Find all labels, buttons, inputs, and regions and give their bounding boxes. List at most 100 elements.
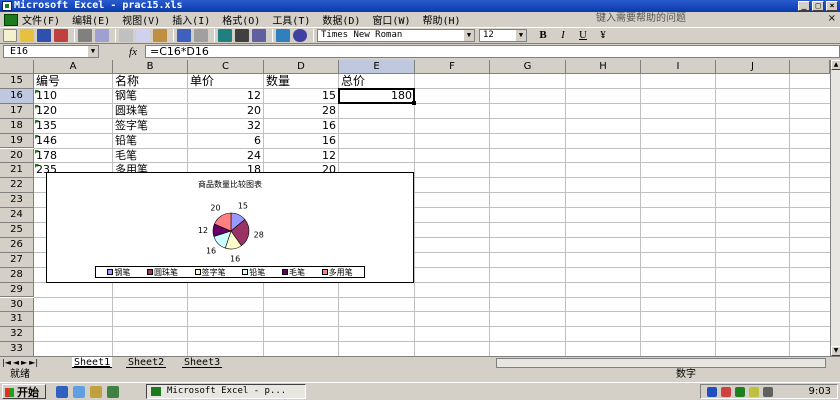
workbook-close-button[interactable]: × <box>828 13 836 24</box>
new-icon[interactable] <box>3 29 17 42</box>
table-cell[interactable]: 钢笔 <box>113 89 188 104</box>
row-header-32[interactable]: 32 <box>0 327 34 343</box>
table-cell[interactable]: 圆珠笔 <box>113 104 188 119</box>
select-all-corner[interactable] <box>0 60 34 74</box>
underline-button[interactable]: U <box>575 29 591 42</box>
column-header-j[interactable]: J <box>716 60 790 74</box>
font-size-select[interactable]: 12 ▼ <box>479 29 527 42</box>
permission-icon[interactable] <box>54 29 68 42</box>
row-header-29[interactable]: 29 <box>0 282 34 298</box>
table-cell[interactable]: 6 <box>188 134 264 149</box>
row-header-23[interactable]: 23 <box>0 193 34 209</box>
row-header-26[interactable]: 26 <box>0 237 34 253</box>
function-icon[interactable]: fx <box>99 46 145 58</box>
minimize-button[interactable]: _ <box>798 1 810 11</box>
row-header-27[interactable]: 27 <box>0 252 34 268</box>
row-header-22[interactable]: 22 <box>0 178 34 194</box>
fill-handle[interactable] <box>412 100 416 105</box>
volume-icon[interactable] <box>749 387 759 397</box>
table-cell[interactable]: 24 <box>188 149 264 164</box>
menu-data[interactable]: 数据(D) <box>322 12 360 27</box>
horizontal-scrollbar[interactable] <box>496 358 826 368</box>
table-cell[interactable]: 15 <box>264 89 339 104</box>
autosum-icon[interactable] <box>235 29 249 42</box>
formula-input[interactable]: =C16*D16 <box>145 45 840 58</box>
document-icon[interactable] <box>4 13 18 26</box>
menu-tools[interactable]: 工具(T) <box>272 12 310 27</box>
font-name-select[interactable]: Times New Roman ▼ <box>317 29 475 42</box>
last-sheet-icon[interactable]: ►| <box>29 358 38 367</box>
antivirus-icon[interactable] <box>721 387 731 397</box>
bold-button[interactable]: B <box>535 29 551 42</box>
row-header-21[interactable]: 21 <box>0 163 34 179</box>
media-icon[interactable] <box>107 386 119 398</box>
menu-format[interactable]: 格式(O) <box>222 12 260 27</box>
row-header-19[interactable]: 19 <box>0 133 34 149</box>
row-header-30[interactable]: 30 <box>0 297 34 313</box>
italic-button[interactable]: I <box>555 29 571 42</box>
currency-button[interactable]: ¥ <box>595 29 611 42</box>
table-cell[interactable]: 16 <box>264 119 339 134</box>
pie-chart[interactable]: 商品数量比较图表 15 28 16 16 12 20 钢笔 圆珠笔 签字笔 铅笔 毛笔 多用笔 <box>46 172 414 283</box>
ie-icon[interactable] <box>56 386 68 398</box>
table-cell[interactable]: 28 <box>264 104 339 119</box>
scroll-down-button[interactable]: ▼ <box>831 346 840 356</box>
chevron-down-icon[interactable]: ▼ <box>464 30 474 41</box>
row-header-20[interactable]: 20 <box>0 148 34 164</box>
open-icon[interactable] <box>20 29 34 42</box>
copy-icon[interactable] <box>136 29 150 42</box>
menu-file[interactable]: 文件(F) <box>22 12 60 27</box>
chevron-down-icon[interactable]: ▼ <box>88 46 98 57</box>
desktop-icon[interactable] <box>90 386 102 398</box>
scroll-up-button[interactable]: ▲ <box>831 60 840 70</box>
next-sheet-icon[interactable]: ► <box>21 358 27 367</box>
table-cell[interactable]: 32 <box>188 119 264 134</box>
input-method-icon[interactable] <box>735 387 745 397</box>
help-search-input[interactable]: 键入需要帮助的问题 <box>596 13 746 25</box>
menu-edit[interactable]: 编辑(E) <box>72 12 110 27</box>
chevron-down-icon[interactable]: ▼ <box>516 30 526 41</box>
start-button[interactable]: 开始 <box>2 384 46 399</box>
tab-sheet3[interactable]: Sheet3 <box>182 357 223 368</box>
row-header-33[interactable]: 33 <box>0 342 34 356</box>
header-cell[interactable]: 数量 <box>264 74 339 89</box>
close-button[interactable]: × <box>826 1 838 11</box>
menu-window[interactable]: 窗口(W) <box>372 12 410 27</box>
hyperlink-icon[interactable] <box>218 29 232 42</box>
table-cell[interactable]: 铅笔 <box>113 134 188 149</box>
redo-icon[interactable] <box>194 29 208 42</box>
table-cell[interactable]: 135 <box>34 119 113 134</box>
table-cell[interactable]: 16 <box>264 134 339 149</box>
column-header-c[interactable]: C <box>188 60 264 74</box>
table-cell[interactable]: 20 <box>188 104 264 119</box>
chart-legend[interactable]: 钢笔 圆珠笔 签字笔 铅笔 毛笔 多用笔 <box>95 266 365 278</box>
table-cell[interactable]: 146 <box>34 134 113 149</box>
network-icon[interactable] <box>707 387 717 397</box>
sort-icon[interactable] <box>252 29 266 42</box>
taskbar-excel-button[interactable]: Microsoft Excel - p... <box>146 384 306 399</box>
row-header-15[interactable]: 15 <box>0 74 34 89</box>
column-header-b[interactable]: B <box>113 60 188 74</box>
column-header-f[interactable]: F <box>415 60 490 74</box>
table-cell[interactable]: 110 <box>34 89 113 104</box>
menu-help[interactable]: 帮助(H) <box>423 12 461 27</box>
chart-wizard-icon[interactable] <box>276 29 290 42</box>
table-cell[interactable]: 178 <box>34 149 113 164</box>
table-cell[interactable]: 毛笔 <box>113 149 188 164</box>
first-sheet-icon[interactable]: |◄ <box>2 358 11 367</box>
table-cell[interactable]: 签字笔 <box>113 119 188 134</box>
row-header-25[interactable]: 25 <box>0 223 34 238</box>
row-header-24[interactable]: 24 <box>0 208 34 223</box>
row-header-17[interactable]: 17 <box>0 103 34 119</box>
column-header-e[interactable]: E <box>339 60 415 74</box>
header-cell[interactable]: 总价 <box>339 74 415 89</box>
tab-sheet2[interactable]: Sheet2 <box>126 357 167 368</box>
row-header-31[interactable]: 31 <box>0 312 34 328</box>
print-icon[interactable] <box>78 29 92 42</box>
maximize-button[interactable]: □ <box>812 1 824 11</box>
preview-icon[interactable] <box>95 29 109 42</box>
table-cell[interactable]: 12 <box>188 89 264 104</box>
menu-insert[interactable]: 插入(I) <box>172 12 210 27</box>
help-icon[interactable] <box>293 29 307 42</box>
paste-icon[interactable] <box>153 29 167 42</box>
